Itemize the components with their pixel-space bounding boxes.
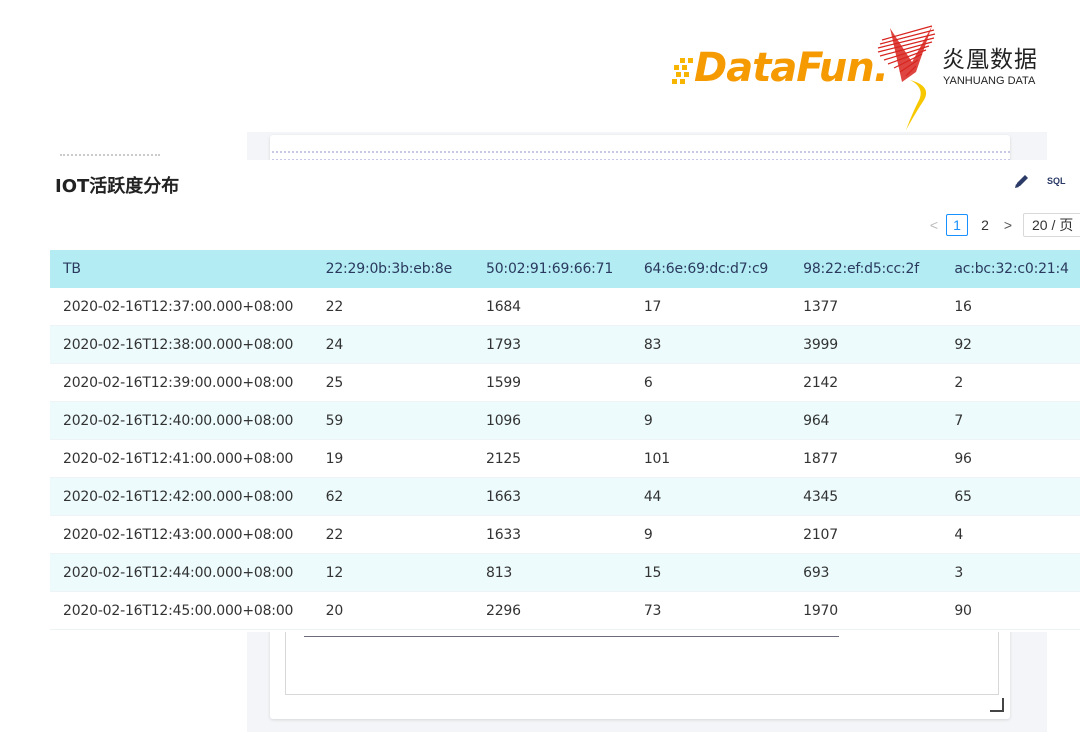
pencil-icon[interactable] (1013, 172, 1031, 190)
table-cell: 17 (630, 288, 791, 326)
table-cell: 2020-02-16T12:42:00.000+08:00 (50, 477, 313, 516)
yanhuang-name-en: YANHUANG DATA (943, 75, 1036, 87)
table-row: 2020-02-16T12:39:00.000+08:00 25 1599 6 2142… (50, 363, 1080, 402)
table-cell: 2 (941, 363, 1080, 402)
table-cell: 25 (312, 363, 474, 402)
yanhuang-logo: 炎凰数据 YANHUANG DATA (872, 22, 1062, 132)
table-cell: 6 (630, 363, 791, 402)
editor-divider (304, 636, 839, 637)
table-cell: 12 (312, 553, 474, 592)
yanhuang-name-cn: 炎凰数据 (942, 47, 1038, 73)
table-cell: 1877 (790, 439, 942, 478)
table-row: 2020-02-16T12:44:00.000+08:00 12 813 15 693 3 (50, 553, 1080, 592)
table-cell: 2107 (790, 515, 942, 554)
table-cell: 2296 (473, 591, 631, 630)
table-cell: 7 (941, 401, 1080, 440)
table-cell: 9 (630, 515, 791, 554)
datafun-logo: DataFun. (672, 44, 889, 92)
data-table: TB 22:29:0b:3b:eb:8e 50:02:91:69:66:71 6… (50, 250, 1080, 630)
table-cell: 9 (630, 401, 791, 440)
pagination: < 1 2 > 20 / 页 (925, 213, 1080, 237)
table-cell: 90 (941, 591, 1080, 630)
table-cell: 19 (312, 439, 474, 478)
table-cell: 62 (312, 477, 474, 516)
column-header[interactable]: 22:29:0b:3b:eb:8e (312, 250, 474, 288)
table-cell: 2020-02-16T12:38:00.000+08:00 (50, 325, 313, 364)
table-row: 2020-02-16T12:37:00.000+08:00 22 1684 17 137… (50, 288, 1080, 326)
table-cell: 83 (630, 325, 791, 364)
table-row: 2020-02-16T12:38:00.000+08:00 24 1793 83 399… (50, 325, 1080, 364)
page-2-button[interactable]: 2 (974, 214, 996, 236)
iot-panel: IOT活跃度分布 SQL < 1 2 > 20 / 页 TB 22:29:0b:… (0, 160, 1080, 632)
table-cell: 2020-02-16T12:43:00.000+08:00 (50, 515, 313, 554)
table-cell: 1793 (473, 325, 631, 364)
table-cell: 1970 (790, 591, 942, 630)
table-row: 2020-02-16T12:42:00.000+08:00 62 1663 44 434… (50, 477, 1080, 516)
table-cell: 73 (630, 591, 791, 630)
table-row: 2020-02-16T12:40:00.000+08:00 59 1096 9 964 7 (50, 401, 1080, 440)
table-cell: 813 (473, 553, 631, 592)
table-cell: 44 (630, 477, 791, 516)
column-header[interactable]: TB (50, 250, 313, 288)
table-cell: 2020-02-16T12:40:00.000+08:00 (50, 401, 313, 440)
editor-textarea[interactable] (285, 632, 999, 695)
table-cell: 1684 (473, 288, 631, 326)
table-cell: 4345 (790, 477, 942, 516)
panel-title: IOT活跃度分布 (55, 176, 180, 197)
column-header[interactable]: 50:02:91:69:66:71 (473, 250, 631, 288)
table-cell: 92 (941, 325, 1080, 364)
page-size-select[interactable]: 20 / 页 (1023, 213, 1080, 237)
table-cell: 2020-02-16T12:45:00.000+08:00 (50, 591, 313, 630)
column-header[interactable]: 98:22:ef:d5:cc:2f (790, 250, 942, 288)
datafun-wordmark: DataFun. (694, 45, 889, 91)
resize-handle-icon[interactable] (990, 698, 1004, 712)
table-cell: 59 (312, 401, 474, 440)
next-page-button[interactable]: > (999, 217, 1017, 233)
column-header[interactable]: ac:bc:32:c0:21:4 (941, 250, 1080, 288)
table-cell: 1663 (473, 477, 631, 516)
table-cell: 4 (941, 515, 1080, 554)
table-cell: 16 (941, 288, 1080, 326)
table-cell: 24 (312, 325, 474, 364)
table-cell: 65 (941, 477, 1080, 516)
table-cell: 964 (790, 401, 942, 440)
table-cell: 1096 (473, 401, 631, 440)
sql-button[interactable]: SQL (1047, 176, 1066, 186)
table-cell: 1377 (790, 288, 942, 326)
table-header-row: TB 22:29:0b:3b:eb:8e 50:02:91:69:66:71 6… (50, 250, 1080, 288)
table-cell: 3 (941, 553, 1080, 592)
table-cell: 1633 (473, 515, 631, 554)
table-cell: 22 (312, 288, 474, 326)
table-cell: 3999 (790, 325, 942, 364)
table-cell: 2125 (473, 439, 631, 478)
table-row: 2020-02-16T12:41:00.000+08:00 19 2125 101 18… (50, 439, 1080, 478)
table-cell: 22 (312, 515, 474, 554)
page-1-button[interactable]: 1 (946, 214, 968, 236)
table-cell: 2020-02-16T12:44:00.000+08:00 (50, 553, 313, 592)
table-cell: 2020-02-16T12:41:00.000+08:00 (50, 439, 313, 478)
table-cell: 101 (630, 439, 791, 478)
table-cell: 2020-02-16T12:39:00.000+08:00 (50, 363, 313, 402)
table-cell: 96 (941, 439, 1080, 478)
table-cell: 15 (630, 553, 791, 592)
table-cell: 2142 (790, 363, 942, 402)
table-cell: 1599 (473, 363, 631, 402)
table-cell: 693 (790, 553, 942, 592)
prev-page-button[interactable]: < (925, 217, 943, 233)
table-row: 2020-02-16T12:43:00.000+08:00 22 1633 9 2107… (50, 515, 1080, 554)
table-cell: 20 (312, 591, 474, 630)
column-header[interactable]: 64:6e:69:dc:d7:c9 (630, 250, 791, 288)
phoenix-icon (877, 25, 936, 130)
table-row: 2020-02-16T12:45:00.000+08:00 20 2296 73 197… (50, 591, 1080, 630)
table-cell: 2020-02-16T12:37:00.000+08:00 (50, 288, 313, 326)
